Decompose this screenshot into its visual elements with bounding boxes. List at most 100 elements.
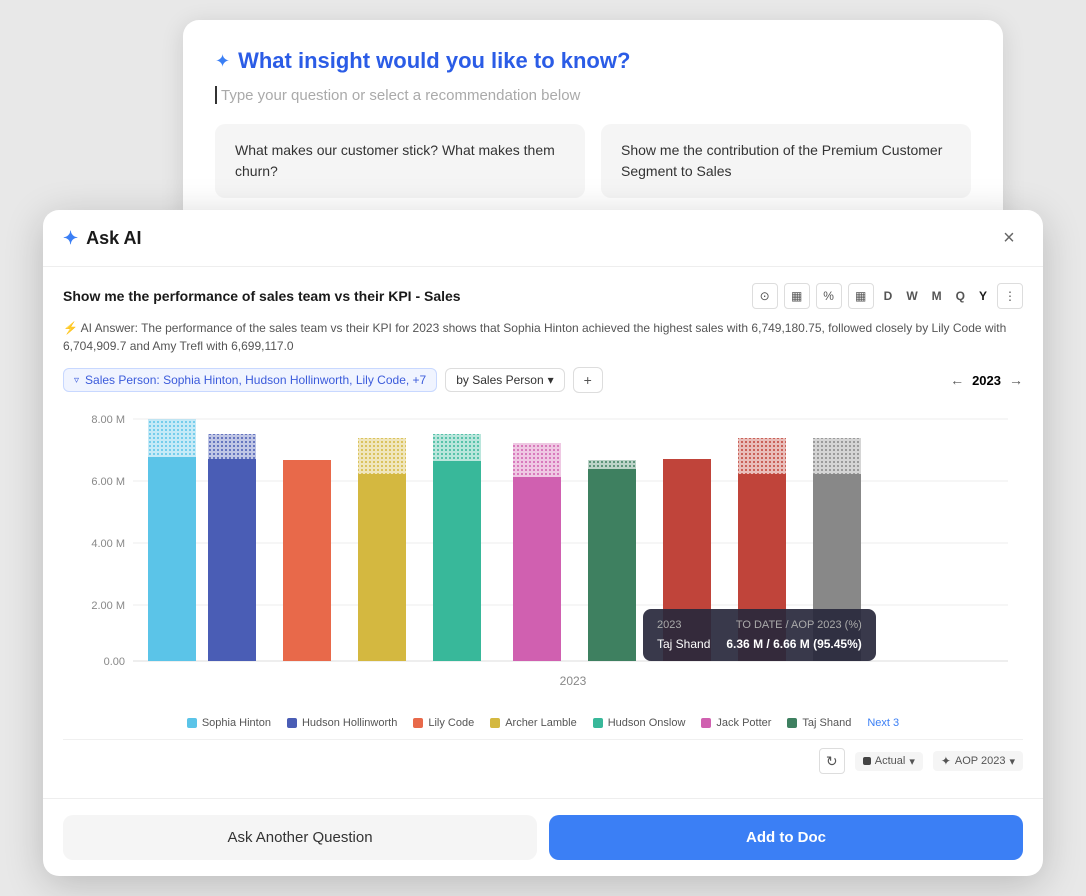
main-modal: ✦ Ask AI × Show me the performance of sa… [43, 210, 1043, 876]
legend-dot-hudson-o [593, 718, 603, 728]
legend-label-sophia: Sophia Hinton [202, 717, 271, 729]
suggestion-chip-2[interactable]: Show me the contribution of the Premium … [601, 124, 971, 198]
ask-another-btn[interactable]: Ask Another Question [63, 815, 537, 860]
suggestion-input-row: Type your question or select a recommend… [215, 86, 971, 104]
legend-next-btn[interactable]: Next 3 [867, 717, 899, 729]
actual-label: Actual [875, 755, 906, 767]
add-filter-btn[interactable]: + [573, 367, 603, 393]
suggestion-placeholder: Type your question or select a recommend… [221, 87, 580, 104]
legend-dot-sophia [187, 718, 197, 728]
aop-badge[interactable]: ✦ AOP 2023 ▾ [933, 751, 1023, 771]
legend-hudson-o: Hudson Onslow [593, 717, 686, 729]
bar-next3-actual [813, 474, 861, 661]
aop-chevron: ▾ [1009, 755, 1015, 768]
ai-icon: ⚡ [63, 321, 78, 335]
legend-archer: Archer Lamble [490, 717, 577, 729]
y-label-8: 8.00 M [91, 414, 125, 426]
period-M[interactable]: M [928, 287, 946, 305]
next-year-btn[interactable]: → [1009, 372, 1023, 388]
filter-funnel-icon: ▿ [74, 375, 79, 386]
legend-label-hudson-h: Hudson Hollinworth [302, 717, 397, 729]
bottom-controls: ↻ Actual ▾ ✦ AOP 2023 ▾ [63, 739, 1023, 782]
y-label-0: 0.00 [104, 656, 125, 668]
suggestion-title-row: ✦ What insight would you like to know? [215, 48, 971, 74]
bar-next1-actual [663, 459, 711, 661]
period-W[interactable]: W [902, 287, 921, 305]
legend-label-taj: Taj Shand [802, 717, 851, 729]
y-label-4: 4.00 M [91, 538, 125, 550]
suggestion-chips: What makes our customer stick? What make… [215, 124, 971, 198]
legend-label-archer: Archer Lamble [505, 717, 577, 729]
legend-dot-hudson-h [287, 718, 297, 728]
legend-dot-jack [701, 718, 711, 728]
add-to-doc-btn[interactable]: Add to Doc [549, 815, 1023, 860]
bar-hudson-h-aop-dot [208, 434, 256, 459]
aop-label: AOP 2023 [955, 755, 1006, 767]
percent-btn[interactable]: % [816, 283, 842, 309]
legend-label-jack: Jack Potter [716, 717, 771, 729]
legend-dot-taj [787, 718, 797, 728]
legend-taj: Taj Shand [787, 717, 851, 729]
year-nav: ← 2023 → [950, 372, 1023, 388]
bar-archer-actual [358, 474, 406, 661]
year-label: 2023 [972, 373, 1001, 388]
legend-jack: Jack Potter [701, 717, 771, 729]
legend-lily: Lily Code [413, 717, 474, 729]
bar-taj-aop-dot [588, 460, 636, 469]
group-by-label: by Sales Person [456, 373, 543, 387]
group-by-chevron: ▾ [548, 373, 554, 387]
actual-chevron: ▾ [909, 755, 915, 768]
modal-title-text: Ask AI [86, 228, 141, 249]
close-button[interactable]: × [995, 224, 1023, 252]
bar-hudson-o-actual [433, 461, 481, 661]
bar-sophia-actual [148, 457, 196, 661]
legend-sophia: Sophia Hinton [187, 717, 271, 729]
modal-body: Show me the performance of sales team vs… [43, 267, 1043, 798]
dot-chart-btn[interactable]: ⊙ [752, 283, 778, 309]
group-by-chip[interactable]: by Sales Person ▾ [445, 368, 564, 392]
chart-svg: 8.00 M 6.00 M 4.00 M 2.00 M 0.00 [63, 409, 1023, 709]
period-Q[interactable]: Q [952, 287, 969, 305]
suggestion-chip-1[interactable]: What makes our customer stick? What make… [215, 124, 585, 198]
chart-controls: ⊙ ▦ % ▦ D W M Q Y ⋮ [752, 283, 1023, 309]
bar-chart-btn[interactable]: ▦ [784, 283, 810, 309]
prev-year-btn[interactable]: ← [950, 372, 964, 388]
chart-legend: Sophia Hinton Hudson Hollinworth Lily Co… [63, 717, 1023, 729]
y-label-6: 6.00 M [91, 476, 125, 488]
calendar-btn[interactable]: ▦ [848, 283, 874, 309]
actual-badge[interactable]: Actual ▾ [855, 752, 923, 771]
period-D[interactable]: D [880, 287, 897, 305]
suggestion-heading: What insight would you like to know? [238, 48, 630, 74]
filter-row: ▿ Sales Person: Sophia Hinton, Hudson Ho… [63, 367, 1023, 393]
legend-label-lily: Lily Code [428, 717, 474, 729]
modal-sparkle-icon: ✦ [63, 228, 78, 249]
period-Y[interactable]: Y [975, 287, 991, 305]
query-row: Show me the performance of sales team vs… [63, 283, 1023, 309]
legend-dot-archer [490, 718, 500, 728]
bar-taj-actual [588, 469, 636, 661]
y-label-2: 2.00 M [91, 600, 125, 612]
legend-dot-lily [413, 718, 423, 728]
chart-container: 8.00 M 6.00 M 4.00 M 2.00 M 0.00 [63, 409, 1023, 709]
bar-hudson-h-actual [208, 459, 256, 661]
sales-person-filter[interactable]: ▿ Sales Person: Sophia Hinton, Hudson Ho… [63, 368, 437, 392]
bar-next3-aop-dot [813, 438, 861, 474]
suggestion-card: ✦ What insight would you like to know? T… [183, 20, 1003, 230]
legend-hudson-h: Hudson Hollinworth [287, 717, 397, 729]
modal-title: ✦ Ask AI [63, 228, 141, 249]
aop-icon: ✦ [941, 754, 951, 768]
x-axis-label: 2023 [560, 674, 587, 688]
bar-jack-aop-dot [513, 443, 561, 477]
bar-next2-actual [738, 474, 786, 661]
bar-lily-actual [283, 460, 331, 661]
ai-answer: ⚡ AI Answer: The performance of the sale… [63, 319, 1023, 355]
modal-footer: Ask Another Question Add to Doc [43, 798, 1043, 876]
sparkle-icon: ✦ [215, 51, 230, 72]
refresh-btn[interactable]: ↻ [819, 748, 845, 774]
bar-jack-actual [513, 477, 561, 661]
modal-header: ✦ Ask AI × [43, 210, 1043, 267]
more-options-btn[interactable]: ⋮ [997, 283, 1023, 309]
bar-next2-aop-dot [738, 438, 786, 474]
ai-answer-text: AI Answer: The performance of the sales … [63, 321, 1006, 353]
cursor [215, 86, 217, 104]
